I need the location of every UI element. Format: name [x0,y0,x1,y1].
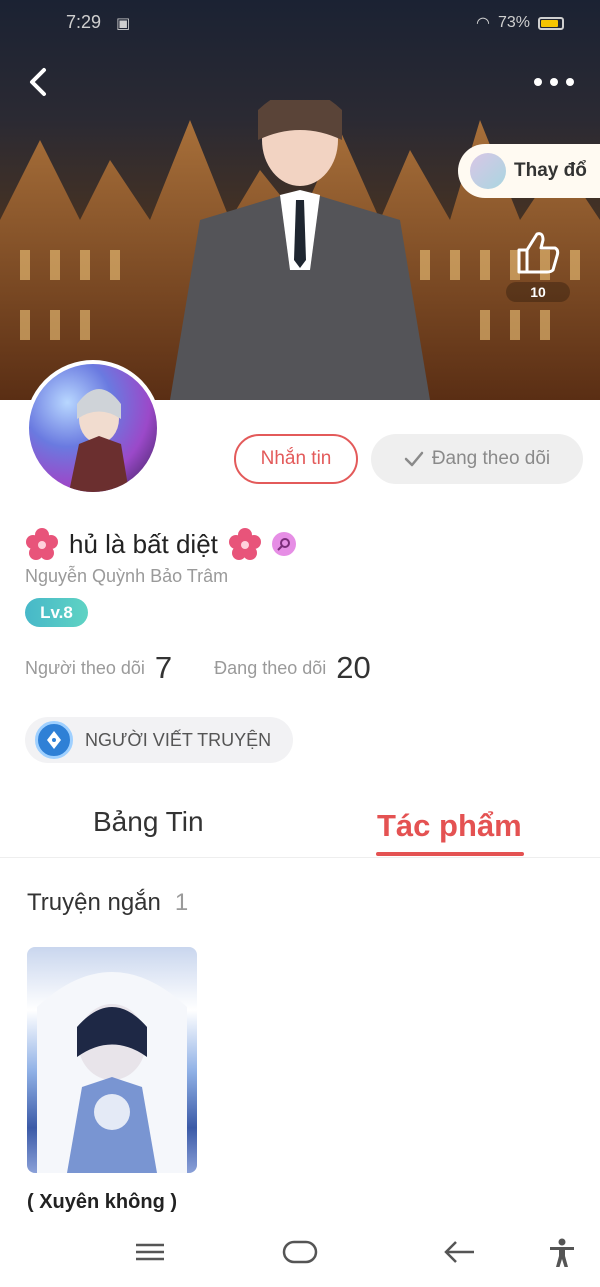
following-button-label: Đang theo dõi [431,448,551,469]
display-name: hủ là bất diệt [69,528,218,559]
level-badge: Lv.8 [25,598,88,627]
system-nav-bar [0,1224,600,1287]
battery-percent: 73% [497,14,530,31]
like-count: 10 [506,282,570,302]
menu-icon[interactable] [134,1238,166,1266]
avatar[interactable] [25,360,161,496]
wifi-icon: ◠ [476,15,490,32]
story-cover-image [37,972,187,1173]
status-bar: 7:29 ▣ ◠ 73% [0,0,600,46]
banner-character [170,100,430,400]
story-cover[interactable] [27,947,197,1173]
followers-count[interactable]: 7 [155,650,172,686]
battery-icon [538,16,564,30]
pen-badge-icon [35,721,73,759]
more-icon[interactable] [532,72,576,92]
home-icon[interactable] [282,1238,318,1266]
story-title[interactable]: ( Xuyên không ) [27,1191,177,1214]
back-icon[interactable] [22,62,58,102]
message-button-label: Nhắn tin [260,448,332,469]
thumbs-up-icon [517,232,560,274]
flower-icon [26,528,58,560]
writer-role-label: NGƯỜI VIẾT TRUYỆN [85,729,272,750]
follow-stats: Người theo dõi 7 Đang theo dõi 20 [25,650,371,686]
sim-icon: ▣ [116,15,131,32]
change-background-button[interactable]: Thay đổ [458,144,600,198]
female-icon [271,532,296,556]
accessibility-icon[interactable] [548,1238,576,1268]
like-button[interactable]: 10 [506,228,570,304]
change-background-label: Thay đổ [514,160,587,181]
flower-icon [228,528,261,560]
followers-label[interactable]: Người theo dõi [25,658,145,679]
following-button[interactable]: Đang theo dõi [371,434,583,484]
full-name: Nguyễn Quỳnh Bảo Trâm [25,566,229,586]
section-count: 1 [174,889,189,916]
avatar-image [69,389,129,492]
display-name-row: hủ là bất diệt [25,526,296,562]
following-count[interactable]: 20 [336,650,370,686]
tab-works[interactable]: Tác phẩm [377,808,522,844]
message-button[interactable]: Nhắn tin [234,434,358,484]
active-tab-indicator [376,852,524,856]
profile-banner: 7:29 ▣ ◠ 73% Thay đổ 10 [0,0,600,400]
background-thumbnail [470,153,506,189]
section-label: Truyện ngắn [27,889,161,916]
section-title: Truyện ngắn 1 [27,889,188,917]
writer-role-badge[interactable]: NGƯỜI VIẾT TRUYỆN [25,717,293,763]
following-stat-label[interactable]: Đang theo dõi [214,658,326,679]
nav-back-icon[interactable] [442,1238,476,1266]
status-time: 7:29 [66,12,102,32]
tab-newsfeed[interactable]: Bảng Tin [93,806,204,838]
check-icon [404,451,424,467]
profile-tabs: Bảng Tin Tác phẩm [0,796,600,858]
